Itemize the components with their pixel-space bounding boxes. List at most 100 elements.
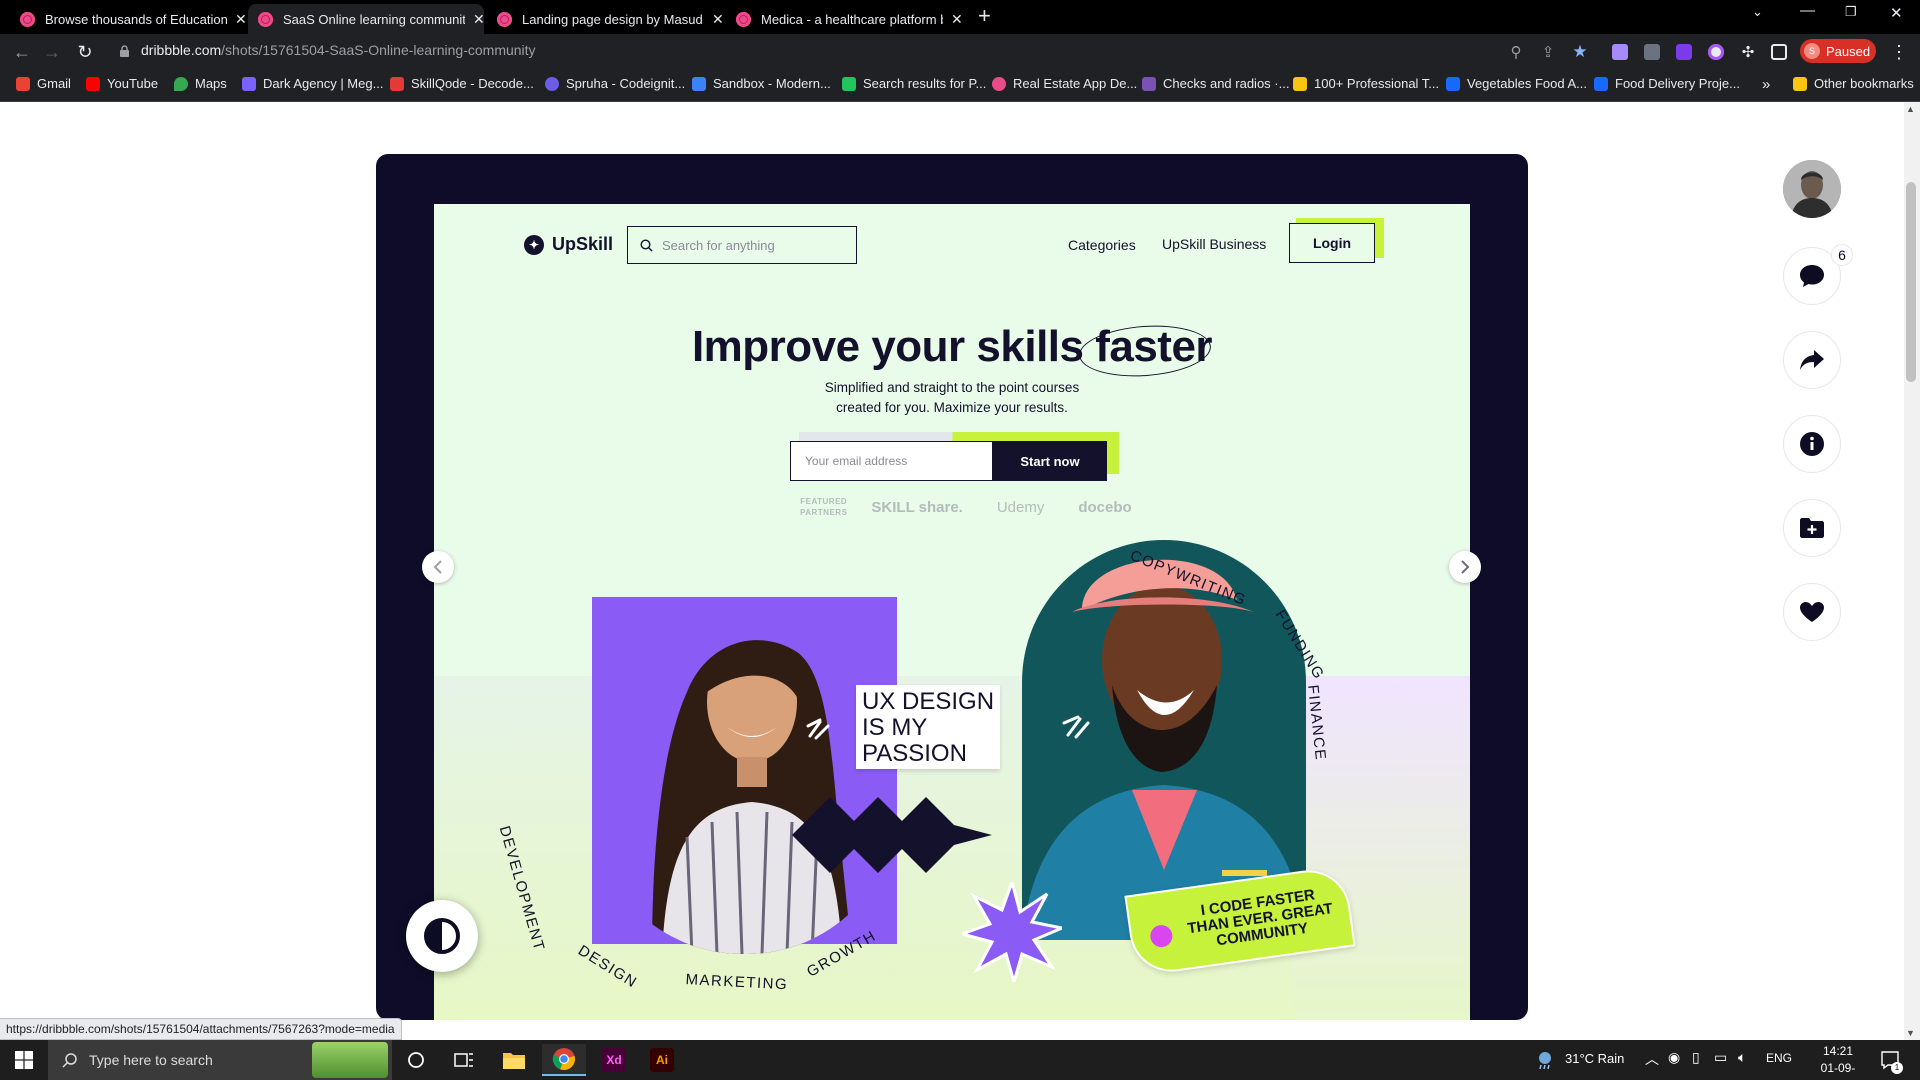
volume-icon[interactable]: 🔈︎ (1738, 1049, 1746, 1066)
bookmark-item[interactable]: Gmail (16, 76, 71, 91)
bookmark-label: Checks and radios ·... (1163, 76, 1290, 91)
new-tab-button[interactable]: + (978, 3, 991, 29)
tab-medica[interactable]: Medica - a healthcare platform b ✕ (726, 4, 963, 34)
contrast-toggle-button[interactable] (406, 900, 478, 972)
bookmark-item[interactable]: Sandbox - Modern... (692, 76, 831, 91)
adobe-illustrator-button[interactable]: Ai (640, 1044, 684, 1076)
designer-avatar[interactable] (1783, 160, 1841, 218)
carousel-next-button[interactable] (1449, 551, 1481, 583)
bookmark-label: Dark Agency | Meg... (263, 76, 384, 91)
carousel-prev-button[interactable] (422, 551, 454, 583)
extension-icon[interactable] (1612, 44, 1628, 60)
details-button[interactable] (1783, 415, 1841, 473)
bookmark-item[interactable]: Maps (174, 76, 227, 91)
window-close-button[interactable]: ✕ (1890, 4, 1903, 22)
kebab-menu-icon[interactable]: ⋮ (1887, 40, 1911, 64)
bookmarks-bar: Gmail YouTube Maps Dark Agency | Meg... … (0, 70, 1920, 102)
extension-icon[interactable] (1676, 44, 1692, 60)
network-icon[interactable]: ▭ (1714, 1049, 1727, 1066)
task-view-button[interactable] (442, 1044, 486, 1076)
chevron-right-icon (1461, 560, 1470, 574)
close-icon[interactable]: ✕ (473, 11, 485, 28)
scroll-up-icon[interactable]: ▲ (1906, 104, 1915, 114)
bookmark-item[interactable]: Search results for P... (842, 76, 986, 91)
restore-button[interactable]: ❐ (1845, 4, 1857, 20)
bookmark-item[interactable]: YouTube (86, 76, 158, 91)
bookmark-item[interactable]: Food Delivery Proje... (1594, 76, 1740, 91)
woman-photo (592, 597, 897, 954)
file-explorer-button[interactable] (492, 1044, 536, 1076)
dribbble-icon (992, 76, 1006, 91)
clock-time: 14:21 (1822, 1044, 1854, 1058)
search-icon (640, 238, 653, 252)
bookmark-label: Search results for P... (863, 76, 987, 91)
share-icon[interactable]: ⇪ (1536, 40, 1560, 64)
extension-icon[interactable] (1644, 44, 1660, 60)
share-button[interactable] (1783, 331, 1841, 389)
bookmark-item[interactable]: Vegetables Food A... (1446, 76, 1587, 91)
language-indicator[interactable]: ENG (1766, 1051, 1792, 1065)
mockup-login-button: Login (1289, 223, 1375, 263)
tab-search-icon[interactable]: ⌄ (1752, 4, 1763, 20)
minimize-button[interactable]: — (1800, 2, 1815, 19)
chrome-taskbar-button[interactable] (542, 1044, 586, 1076)
bookmark-item[interactable]: Spruha - Codeignit... (545, 76, 685, 91)
back-icon[interactable]: ← (10, 40, 34, 64)
taskbar-clock[interactable]: 14:21 01-09-2022 (1808, 1043, 1868, 1080)
upskill-logo: ✦ UpSkill (524, 234, 613, 255)
windows-start-button[interactable] (0, 1040, 48, 1080)
chrome-icon (552, 1048, 575, 1071)
dribbble-icon (258, 11, 273, 27)
forward-icon[interactable]: → (40, 40, 64, 64)
camera-status-icon[interactable]: ◉ (1668, 1049, 1680, 1066)
adobe-xd-button[interactable]: Xd (592, 1044, 636, 1076)
hero-subtitle-line: Simplified and straight to the point cou… (824, 380, 1080, 395)
battery-icon[interactable]: ▯ (1692, 1049, 1700, 1066)
site-icon (842, 76, 856, 91)
url-text[interactable]: dribbble.com/shots/15761504-SaaS-Online-… (141, 42, 536, 58)
partner-logo-udemy: Udemy (996, 498, 1045, 516)
close-icon[interactable]: ✕ (951, 11, 963, 28)
hero-title: Improve your skills faster (691, 322, 1213, 371)
like-button[interactable] (1783, 583, 1841, 641)
close-icon[interactable]: ✕ (235, 11, 247, 28)
tab-landing-page[interactable]: Landing page design by Masud F ✕ (487, 4, 724, 34)
tab-saas-online-learning[interactable]: SaaS Online learning community ✕ (248, 4, 485, 34)
bookmark-label: Vegetables Food A... (1467, 76, 1587, 91)
bookmark-item[interactable]: 100+ Professional T... (1293, 76, 1439, 91)
bookmark-item[interactable]: SkillQode - Decode... (390, 76, 534, 91)
cortana-button[interactable] (394, 1044, 438, 1076)
bookmark-item[interactable]: Dark Agency | Meg... (242, 76, 383, 91)
scrollbar-thumb[interactable] (1906, 182, 1916, 382)
puzzle-icon[interactable]: ✣ (1736, 40, 1760, 64)
comment-icon (1800, 265, 1824, 287)
scroll-down-icon[interactable]: ▼ (1906, 1028, 1915, 1038)
info-icon (1800, 432, 1824, 456)
search-highlight-image (312, 1042, 388, 1078)
profile-button[interactable]: S Paused (1800, 39, 1876, 63)
close-icon[interactable]: ✕ (712, 11, 724, 28)
reload-icon[interactable]: ↻ (73, 40, 97, 64)
tray-overflow-icon[interactable]: ︿ (1645, 1049, 1659, 1069)
tab-education[interactable]: Browse thousands of Education i ✕ (10, 4, 247, 34)
shot-media[interactable]: ✦ UpSkill Search for anything Categories… (376, 154, 1528, 1020)
extension-icon[interactable] (1708, 44, 1724, 60)
windows-taskbar: Type here to search Xd Ai 31°C Rain ︿ ◉ … (0, 1040, 1920, 1080)
bookmark-item[interactable]: Checks and radios ·... (1142, 76, 1289, 91)
other-bookmarks[interactable]: Other bookmarks (1793, 76, 1914, 91)
adobe-xd-icon: Xd (602, 1048, 626, 1072)
bookmark-star-icon[interactable]: ★ (1568, 40, 1592, 64)
bookmarks-overflow-button[interactable]: » (1762, 76, 1770, 93)
save-to-collection-button[interactable] (1783, 499, 1841, 557)
profile-avatar: S (1804, 43, 1820, 59)
side-panel-icon[interactable] (1771, 44, 1787, 60)
browser-tab-strip: Browse thousands of Education i ✕ SaaS O… (0, 0, 1920, 34)
partner-logo-skillshare: SKILL share. (871, 498, 963, 516)
tab-title: Browse thousands of Education i (45, 11, 227, 27)
mockup-search-input: Search for anything (627, 226, 857, 264)
bookmark-item[interactable]: Real Estate App De... (992, 76, 1137, 91)
zoom-icon[interactable]: ⚲ (1504, 40, 1528, 64)
tab-title: Medica - a healthcare platform b (761, 11, 943, 27)
clock-date: 01-09-2022 (1820, 1061, 1856, 1080)
weather-text[interactable]: 31°C Rain (1565, 1051, 1624, 1066)
